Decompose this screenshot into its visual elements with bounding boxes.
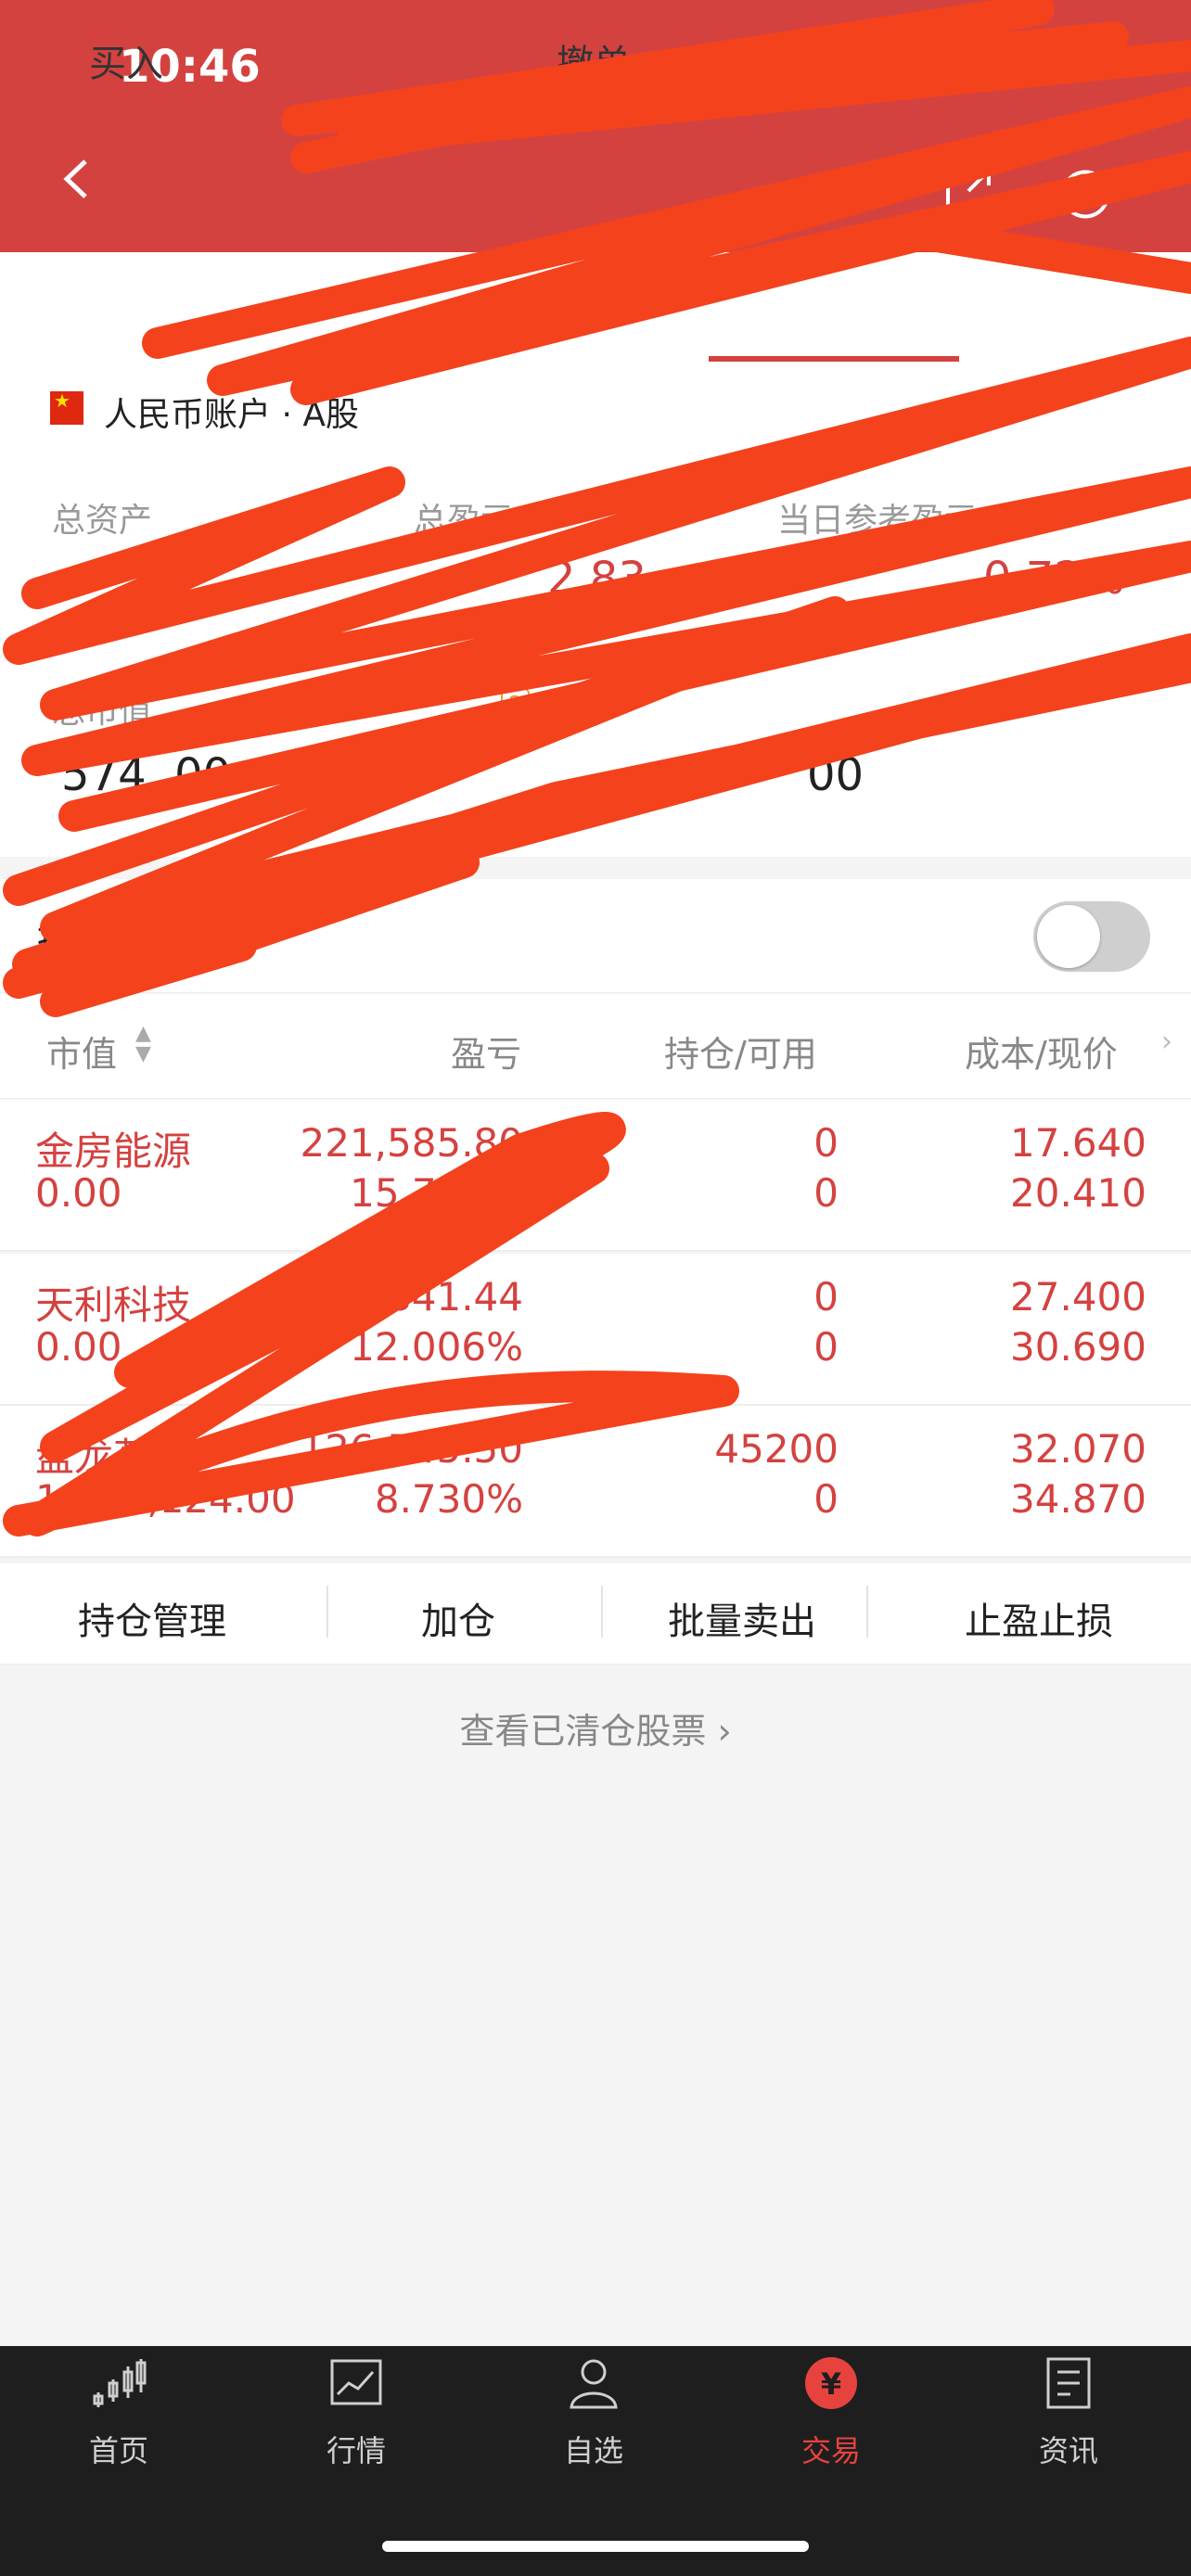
stock-pnl-pct: 15.702% <box>350 1170 523 1216</box>
add-position-button[interactable]: 加仓 <box>421 1591 495 1645</box>
user-icon <box>570 2359 618 2409</box>
holding-row[interactable]: 金房能源 0.00 221,585.80 15.702% 0 0 17.640 … <box>0 1100 1191 1252</box>
tab-cancel[interactable]: 撤单 <box>557 33 631 87</box>
nav-home-label: 首页 <box>88 2433 148 2468</box>
toggle-knob <box>1037 905 1100 968</box>
info-badge[interactable]: ? <box>501 688 530 722</box>
stock-position: 45200 <box>714 1426 839 1472</box>
intraday-toggle-label: 持仓分时 <box>37 917 194 963</box>
stock-name: 盘龙药业 <box>35 1435 192 1480</box>
other-value: 00 <box>807 749 864 801</box>
daily-ref-value: 0.72% <box>983 553 1125 605</box>
market-value-value: 574 .00 <box>61 749 232 801</box>
stock-market-value: 0.00 <box>35 1170 122 1216</box>
nav-market-label: 行情 <box>326 2433 386 2468</box>
tab-buy[interactable]: 买入 <box>89 33 163 87</box>
divider <box>327 1586 328 1638</box>
total-assets-label: 总资产 <box>52 502 153 540</box>
stock-available: 0 <box>813 1476 839 1522</box>
stock-pnl: 162,841.44 <box>300 1274 523 1320</box>
stock-price: 20.410 <box>1010 1170 1146 1216</box>
stock-name: 天利科技 <box>35 1282 192 1328</box>
total-pnl-label: 总盈亏 <box>414 502 515 540</box>
nav-news[interactable]: 资讯 <box>950 2355 1187 2470</box>
stop-profit-loss-button[interactable]: 止盈止损 <box>965 1591 1113 1645</box>
nav-watchlist-label: 自选 <box>563 2433 623 2468</box>
svg-text:¥: ¥ <box>821 2366 841 2402</box>
stock-position: 0 <box>813 1120 839 1166</box>
home-indicator[interactable] <box>382 2541 809 2552</box>
line-chart-icon <box>330 2359 382 2405</box>
nav-home[interactable]: 首页 <box>0 2355 237 2470</box>
stock-market-value: 0.00 <box>35 1324 122 1370</box>
stock-pnl: 126,545.50 <box>300 1426 523 1472</box>
stock-price: 30.690 <box>1010 1324 1146 1370</box>
nav-market[interactable]: 行情 <box>237 2355 475 2470</box>
stock-pnl-pct: 8.730% <box>374 1476 523 1522</box>
market-value-label: 总市值 <box>52 693 153 731</box>
divider <box>866 1586 868 1638</box>
share-icon[interactable] <box>941 163 996 219</box>
stock-cost: 32.070 <box>1010 1426 1146 1472</box>
col-market-value[interactable]: 市值 <box>46 1026 117 1077</box>
tab-positions[interactable]: 持仓 <box>792 33 866 87</box>
manage-positions-button[interactable]: 持仓管理 <box>78 1591 226 1645</box>
yuan-icon: ¥ <box>805 2357 857 2409</box>
stock-market-value: 1,576,124.00 <box>35 1476 296 1522</box>
total-pnl-value: 2.83 <box>547 553 647 605</box>
holding-row[interactable]: 盘龙药业 1,576,124.00 126,545.50 8.730% 4520… <box>0 1406 1191 1558</box>
stock-cost: 17.640 <box>1010 1120 1146 1166</box>
sort-icon[interactable]: ▲ ▼ <box>135 1024 151 1065</box>
flag-star-icon: ★ <box>54 389 70 412</box>
account-label: 人民币账户 · A股 <box>104 396 359 434</box>
candlestick-icon <box>93 2359 147 2407</box>
daily-ref-label: 当日参考盈亏 <box>777 502 979 540</box>
divider <box>601 1586 603 1638</box>
refresh-icon[interactable] <box>1057 163 1115 221</box>
nav-trade[interactable]: ¥ 交易 <box>712 2355 950 2470</box>
cleared-stocks-link[interactable]: 查看已清仓股票 › <box>0 1702 1191 1753</box>
stock-price: 34.870 <box>1010 1476 1146 1522</box>
stock-cost: 27.400 <box>1010 1274 1146 1320</box>
back-icon[interactable] <box>56 158 98 200</box>
active-tab-indicator <box>709 356 959 362</box>
nav-news-label: 资讯 <box>1038 2433 1098 2468</box>
trade-tabs <box>0 252 1191 364</box>
stock-position: 0 <box>813 1274 839 1320</box>
stock-available: 0 <box>813 1324 839 1370</box>
col-cost-price: 成本/现价 <box>965 1034 1118 1075</box>
nav-watchlist[interactable]: 自选 <box>475 2355 712 2470</box>
nav-trade-label: 交易 <box>800 2433 861 2468</box>
tab-query[interactable]: 查询 <box>1022 33 1096 87</box>
batch-sell-button[interactable]: 批量卖出 <box>668 1591 816 1645</box>
chevron-right-icon[interactable]: › <box>1161 1026 1172 1058</box>
stock-available: 0 <box>813 1170 839 1216</box>
news-icon <box>1046 2357 1091 2409</box>
cleared-stocks-label: 查看已清仓股票 <box>459 1711 707 1752</box>
stock-name: 金房能源 <box>35 1129 192 1174</box>
stock-pnl-pct: 12.006% <box>350 1324 523 1370</box>
chevron-right-icon: › <box>717 1711 732 1752</box>
col-position: 持仓/可用 <box>664 1034 817 1075</box>
col-pnl: 盈亏 <box>451 1034 522 1075</box>
stock-pnl: 221,585.80 <box>300 1120 523 1166</box>
holding-row[interactable]: 天利科技 0.00 162,841.44 12.006% 0 0 27.400 … <box>0 1254 1191 1406</box>
